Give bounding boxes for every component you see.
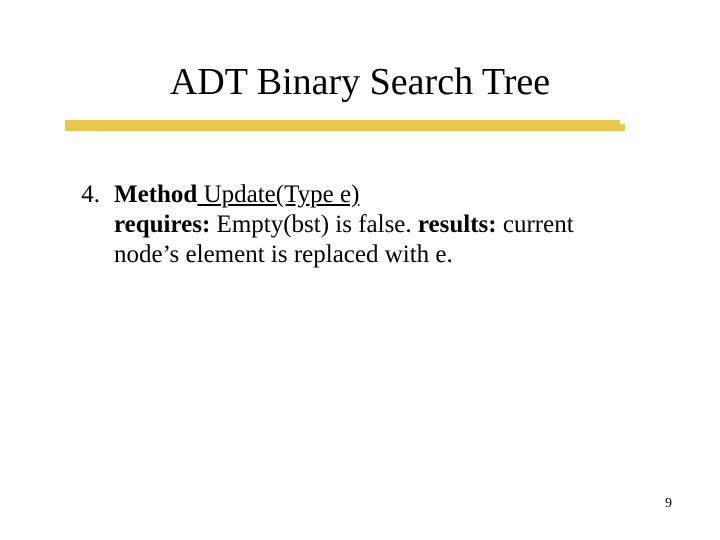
underline-stroke-thick	[65, 124, 625, 131]
title-underline	[65, 118, 625, 133]
requires-label: requires:	[114, 211, 210, 238]
requires-text: Empty(bst) is false.	[210, 211, 418, 238]
slide-title: ADT Binary Search Tree	[0, 60, 720, 104]
content-block: 4.Method Update(Type e) requires: Empty(b…	[70, 180, 650, 270]
slide: ADT Binary Search Tree 4.Method Update(T…	[0, 0, 720, 540]
page-number: 9	[665, 496, 672, 512]
list-body: Method Update(Type e) requires: Empty(bst…	[114, 180, 634, 270]
method-signature: Update(Type e)	[197, 181, 359, 208]
results-label: results:	[418, 211, 497, 238]
list-number: 4.	[70, 180, 114, 210]
method-label: Method	[114, 181, 197, 208]
